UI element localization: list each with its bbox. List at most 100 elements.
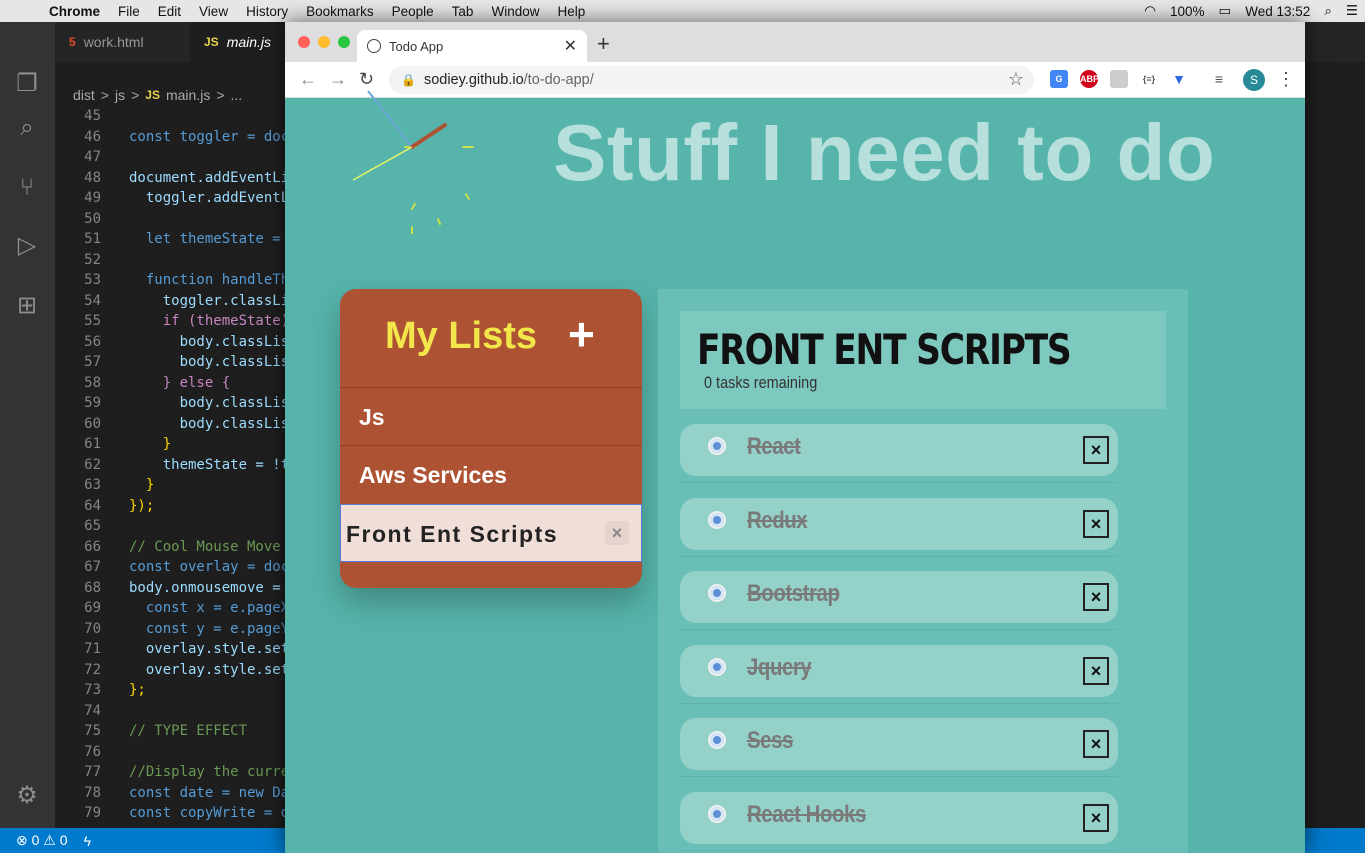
menu-view[interactable]: View [190, 4, 237, 19]
code-line[interactable]: 71 overlay.style.set [55, 639, 295, 660]
code-line[interactable]: 63 } [55, 475, 295, 496]
add-list-button[interactable]: + [568, 307, 595, 361]
spotlight-search-icon[interactable]: ⌕ [1317, 3, 1339, 19]
code-line[interactable]: 75 // TYPE EFFECT [55, 721, 295, 742]
code-line[interactable]: 65 [55, 516, 295, 537]
code-line[interactable]: 47 [55, 147, 295, 168]
code-line[interactable]: 52 [55, 250, 295, 271]
extensions-icon[interactable]: ⊞ [13, 292, 41, 320]
code-line[interactable]: 66 // Cool Mouse Move [55, 537, 295, 558]
delete-task-button[interactable]: × [1083, 583, 1109, 612]
menubar-clock[interactable]: Wed 13:52 [1238, 4, 1317, 19]
code-line[interactable]: 78 const date = new Da [55, 783, 295, 804]
code-line[interactable]: 59 body.classLis [55, 393, 295, 414]
explorer-icon[interactable]: ❐ [13, 70, 41, 98]
code-line[interactable]: 49 toggler.addEventL [55, 188, 295, 209]
lock-icon[interactable]: 🔒 [401, 73, 416, 87]
task-item[interactable]: Jquery × [680, 644, 1118, 697]
code-line[interactable]: 56 body.classLis [55, 332, 295, 353]
menu-people[interactable]: People [383, 4, 443, 19]
code-line[interactable]: 60 body.classLis [55, 414, 295, 435]
code-line[interactable]: 46 const toggler = doc [55, 127, 295, 148]
menu-file[interactable]: File [109, 4, 149, 19]
breadcrumb-item[interactable]: ... [231, 87, 243, 103]
code-line[interactable]: 50 [55, 209, 295, 230]
task-item[interactable]: Bootstrap × [680, 571, 1118, 624]
delete-task-button[interactable]: × [1083, 436, 1109, 464]
reload-icon[interactable]: ↻ [359, 69, 374, 90]
code-line[interactable]: 67 const overlay = doc [55, 557, 295, 578]
task-item[interactable]: React Hooks × [680, 792, 1118, 844]
close-window-button[interactable] [298, 36, 310, 48]
minimize-window-button[interactable] [318, 36, 330, 48]
delete-task-button[interactable]: × [1083, 509, 1109, 538]
search-icon[interactable]: ⌕ [13, 114, 41, 142]
code-line[interactable]: 68 body.onmousemove = [55, 578, 295, 599]
new-tab-button[interactable]: + [597, 31, 610, 57]
delete-task-button[interactable]: × [1083, 656, 1109, 685]
menu-help[interactable]: Help [548, 4, 594, 19]
code-line[interactable]: 51 let themeState = [55, 229, 295, 250]
task-complete-radio[interactable] [708, 584, 726, 603]
browser-tab-todo-app[interactable]: Todo App ✕ [357, 30, 587, 62]
translate-extension-icon[interactable]: G [1050, 70, 1068, 88]
menu-history[interactable]: History [237, 4, 297, 19]
tab-work-html[interactable]: 5 work.html [55, 22, 190, 62]
list-item-front-ent-scripts[interactable]: Front Ent Scripts × [340, 504, 642, 562]
menu-tab[interactable]: Tab [443, 4, 483, 19]
code-line[interactable]: 53 function handleTh [55, 270, 295, 291]
menu-app-name[interactable]: Chrome [40, 4, 109, 19]
problems-status[interactable]: ⊗ 0 ⚠ 0 [16, 832, 68, 849]
back-arrow-icon[interactable]: ← [299, 69, 317, 90]
task-complete-radio[interactable] [708, 805, 726, 823]
delete-task-button[interactable]: × [1083, 730, 1109, 759]
code-line[interactable]: 69 const x = e.pageX [55, 598, 295, 619]
code-line[interactable]: 61 } [55, 434, 295, 455]
task-item[interactable]: Sess × [680, 718, 1118, 771]
code-line[interactable]: 58 } else { [55, 373, 295, 394]
profile-avatar[interactable]: S [1243, 69, 1265, 91]
code-line[interactable]: 45 [55, 106, 295, 127]
tab-main-js[interactable]: JS main.js [190, 22, 290, 62]
grid-extension-icon[interactable] [1110, 70, 1128, 88]
adblock-extension-icon[interactable]: ABP [1080, 70, 1099, 88]
code-line[interactable]: 73}; [55, 680, 295, 701]
code-line[interactable]: 74 [55, 701, 295, 722]
battery-percent[interactable]: 100% [1163, 4, 1212, 19]
code-editor[interactable]: 45 46 const toggler = doc 47 48 document.addE… [55, 106, 295, 824]
delete-list-button[interactable]: × [605, 521, 629, 545]
maximize-window-button[interactable] [338, 36, 350, 48]
breadcrumb-item[interactable]: dist [73, 87, 95, 103]
list-item-aws-services[interactable]: Aws Services [340, 445, 642, 503]
code-line[interactable]: 79 const copyWrite = d [55, 803, 295, 824]
task-complete-radio[interactable] [708, 437, 726, 455]
task-complete-radio[interactable] [708, 657, 726, 676]
code-line[interactable]: 55 if (themeState) [55, 311, 295, 332]
vue-devtools-icon[interactable]: ▼ [1170, 70, 1188, 88]
run-debug-icon[interactable]: ▷ [13, 232, 41, 260]
close-tab-icon[interactable]: ✕ [564, 36, 577, 56]
code-line[interactable]: 48 document.addEventLi [55, 168, 295, 189]
task-complete-radio[interactable] [708, 731, 726, 750]
source-control-icon[interactable]: ⑂ [13, 174, 41, 202]
code-line[interactable]: 64}); [55, 496, 295, 517]
json-extension-icon[interactable]: {≡} [1140, 70, 1158, 88]
code-line[interactable]: 62 themeState = !t [55, 455, 295, 476]
settings-gear-icon[interactable]: ⚙ [13, 782, 41, 810]
menu-edit[interactable]: Edit [149, 4, 190, 19]
code-line[interactable]: 57 body.classLis [55, 352, 295, 373]
code-line[interactable]: 54 toggler.classLi [55, 291, 295, 312]
notification-center-icon[interactable]: ☰ [1339, 3, 1365, 19]
menu-window[interactable]: Window [482, 4, 548, 19]
delete-task-button[interactable]: × [1083, 804, 1109, 832]
task-complete-radio[interactable] [708, 510, 726, 529]
breadcrumb-item[interactable]: js [115, 87, 125, 103]
menu-bookmarks[interactable]: Bookmarks [297, 4, 383, 19]
code-line[interactable]: 72 overlay.style.set [55, 660, 295, 681]
media-control-icon[interactable]: ≡ [1210, 70, 1228, 88]
code-line[interactable]: 77 //Display the curre [55, 762, 295, 783]
battery-icon[interactable]: ▭ [1212, 3, 1239, 19]
wifi-icon[interactable]: ◠ [1137, 3, 1163, 19]
code-line[interactable]: 76 [55, 742, 295, 763]
task-item[interactable]: React × [680, 424, 1118, 476]
